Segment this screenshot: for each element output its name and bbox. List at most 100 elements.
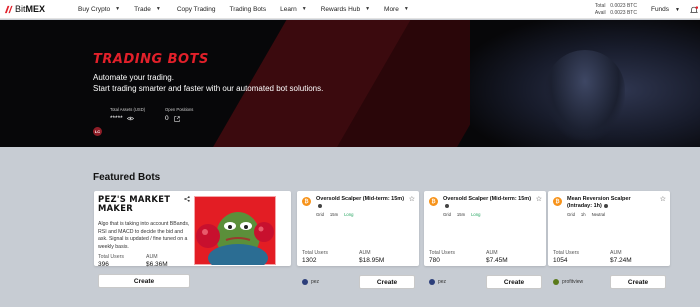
tag-type: Grid xyxy=(316,212,324,217)
info-icon[interactable] xyxy=(445,203,449,208)
share-icon[interactable] xyxy=(184,196,190,202)
external-link-icon[interactable] xyxy=(173,115,180,122)
aum-value: $7.24M xyxy=(610,257,632,264)
bot-title: Mean Reversion Scalper (Intraday: 1h) xyxy=(567,196,657,210)
tag-interval: 15m xyxy=(456,212,466,217)
featured-bot-title: PEZ'S MARKET MAKER xyxy=(98,195,170,213)
nav-label: Rewards Hub xyxy=(320,5,361,13)
chevron-down-icon: ▼ xyxy=(115,6,121,12)
notification-bell-icon[interactable] xyxy=(690,5,698,14)
creator-avatar-icon xyxy=(553,279,559,285)
eye-icon[interactable] xyxy=(126,116,134,121)
bitcoin-icon: ₿ xyxy=(429,197,438,206)
bot-creator[interactable]: profitview xyxy=(553,279,583,285)
nav-label: Learn xyxy=(280,5,297,13)
bot-metrics: Total Users 780 AUM $7.45M xyxy=(429,250,508,264)
aum-value: $7.45M xyxy=(486,257,508,264)
star-icon[interactable]: ☆ xyxy=(536,195,542,203)
nav-item-learn[interactable]: Learn ▼ xyxy=(280,6,307,13)
info-icon[interactable] xyxy=(318,203,322,208)
nav-item-rewards-hub[interactable]: Rewards Hub ▼ xyxy=(321,6,370,13)
open-positions-label: Open Positions xyxy=(165,107,194,112)
avail-value: 0.0023 BTC xyxy=(610,9,637,16)
aum-metric: AUM $7.45M xyxy=(486,250,508,264)
bot-title-text: Oversold Scalper (Mid-term: 15m) xyxy=(316,196,405,202)
aum-value: $6.36M xyxy=(146,261,168,268)
bitmex-logo[interactable]: Bit MEX xyxy=(4,4,72,14)
star-icon[interactable]: ☆ xyxy=(660,195,666,203)
aum-label: AUM xyxy=(610,250,622,256)
users-value: 396 xyxy=(98,261,109,268)
aum-label: AUM xyxy=(146,254,158,260)
info-icon[interactable] xyxy=(603,203,608,208)
create-button[interactable]: Create xyxy=(486,275,542,289)
bot-title: Oversold Scalper (Mid-term: 15m) xyxy=(443,196,533,210)
nav-item-trading-bots[interactable]: Trading Bots xyxy=(229,6,266,13)
nav-label: Buy Crypto xyxy=(78,5,111,13)
chevron-down-icon: ▼ xyxy=(155,6,161,12)
featured-title-line2: MAKER xyxy=(98,203,133,213)
avail-label: Avail xyxy=(594,9,606,16)
bot-card[interactable]: ₿ Oversold Scalper (Mid-term: 15m) ☆ Gri… xyxy=(424,191,546,289)
hero-title: TRADING BOTS xyxy=(93,52,209,67)
open-positions: Open Positions 0 xyxy=(165,107,193,122)
nav-item-copy-trading[interactable]: Copy Trading xyxy=(177,6,216,13)
nav-item-buy-crypto[interactable]: Buy Crypto ▼ xyxy=(78,6,120,13)
users-metric: Total Users 780 xyxy=(429,250,486,264)
nav-item-more[interactable]: More ▼ xyxy=(384,6,409,13)
total-label: Total xyxy=(594,2,606,9)
bitmex-logo-icon xyxy=(4,5,13,13)
hero-tagline-line1: Automate your trading. xyxy=(93,73,174,82)
chevron-down-icon: ▼ xyxy=(675,6,680,13)
featured-bot-card[interactable]: PEZ'S MARKET MAKER Algo that is taking i… xyxy=(94,191,291,288)
creator-name: pez xyxy=(438,279,447,285)
aum-metric: AUM $18.95M xyxy=(359,250,384,264)
avatar[interactable]: LC xyxy=(93,127,102,136)
nav-label: Trade xyxy=(134,5,151,13)
nav-label: Trading Bots xyxy=(229,5,267,13)
funds-label: Funds xyxy=(650,6,670,13)
featured-users: Total Users 396 xyxy=(98,254,124,268)
users-value: 780 xyxy=(429,257,440,264)
funds-menu[interactable]: Funds ▼ xyxy=(651,6,680,13)
create-button[interactable]: Create xyxy=(610,275,666,289)
create-button[interactable]: Create xyxy=(359,275,415,289)
bot-title-text: Mean Reversion Scalper (Intraday: 1h) xyxy=(567,196,631,209)
create-button[interactable]: Create xyxy=(98,274,190,288)
tag-direction: Neutral xyxy=(591,212,606,217)
bitcoin-icon: ₿ xyxy=(302,197,311,206)
bot-title-text: Oversold Scalper (Mid-term: 15m) xyxy=(443,196,532,202)
top-nav: Bit MEX Buy Crypto ▼ Trade ▼ Copy Trading T… xyxy=(0,0,700,19)
aum-value: $18.95M xyxy=(359,257,385,264)
bot-creator[interactable]: pez xyxy=(302,279,319,285)
section-title: Featured Bots xyxy=(93,172,161,183)
star-icon[interactable]: ☆ xyxy=(409,195,415,203)
users-label: Total Users xyxy=(553,250,579,256)
total-assets-label: Total Assets (USD) xyxy=(110,107,146,112)
bitcoin-icon: ₿ xyxy=(553,197,562,206)
creator-name: profitview xyxy=(562,279,584,285)
aum-label: AUM xyxy=(359,250,371,256)
tag-type: Grid xyxy=(567,212,575,217)
chevron-down-icon: ▼ xyxy=(365,6,371,12)
tag-direction: Long xyxy=(344,212,354,217)
pepe-boxing-image xyxy=(194,196,276,265)
users-label: Total Users xyxy=(98,254,124,260)
bot-tags: Grid 15m Long xyxy=(316,212,359,217)
bot-card[interactable]: ₿ Oversold Scalper (Mid-term: 15m) ☆ Gri… xyxy=(297,191,419,289)
bot-tags: Grid 15m Long xyxy=(443,212,486,217)
pepe-boxing-illustration xyxy=(194,196,276,265)
bot-tags: Grid 1h Neutral xyxy=(567,212,611,217)
nav-item-trade[interactable]: Trade ▼ xyxy=(134,6,161,13)
bot-metrics: Total Users 1302 AUM $18.95M xyxy=(302,250,384,264)
bot-creator[interactable]: pez xyxy=(429,279,446,285)
creator-name: pez xyxy=(311,279,320,285)
hero-tagline: Automate your trading. Start trading sma… xyxy=(93,73,323,94)
chevron-down-icon: ▼ xyxy=(301,6,307,12)
nav-label: More xyxy=(384,5,399,13)
tag-type: Grid xyxy=(443,212,451,217)
tag-interval: 1h xyxy=(580,212,586,217)
bot-card[interactable]: ₿ Mean Reversion Scalper (Intraday: 1h) … xyxy=(548,191,670,289)
hero-tagline-line2: Start trading smarter and faster with ou… xyxy=(93,83,324,93)
hero-banner: TRADING BOTS Automate your trading. Star… xyxy=(0,20,700,147)
